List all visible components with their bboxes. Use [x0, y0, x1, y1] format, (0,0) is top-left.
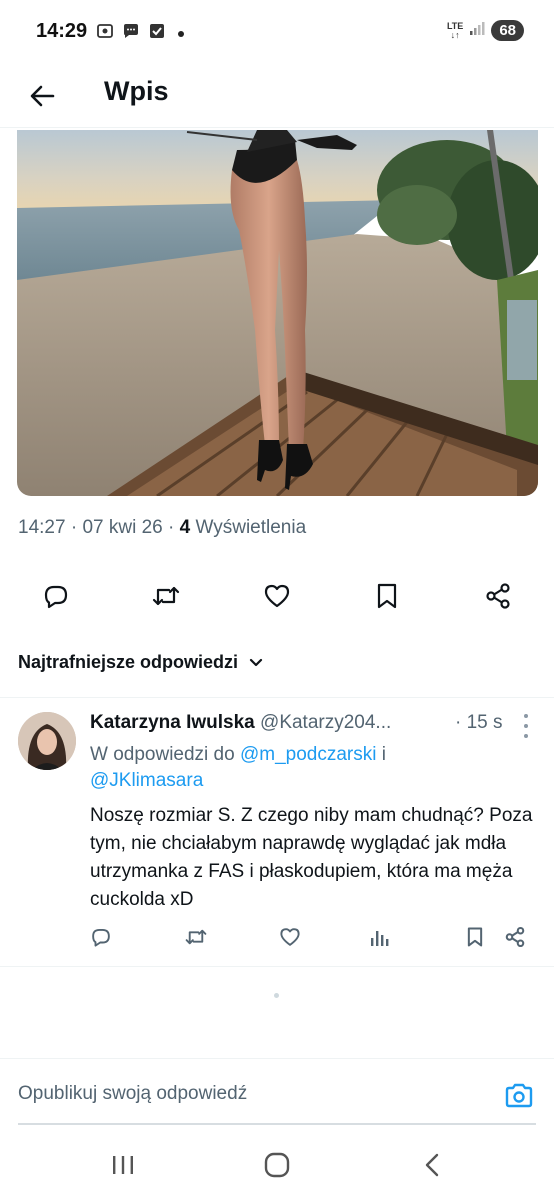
more-options-button[interactable]: [518, 714, 534, 738]
camera-icon: [505, 1083, 533, 1108]
reply-time: · 15 s: [455, 712, 503, 733]
reply-author-name[interactable]: Katarzyna Iwulska: [90, 712, 255, 733]
system-navigation-bar: [0, 1130, 554, 1200]
reply-bookmark-button[interactable]: [462, 924, 488, 950]
more-vertical-icon: [524, 714, 528, 718]
meta-separator: ·: [70, 517, 83, 538]
bookmark-icon: [377, 583, 397, 609]
meta-separator: ·: [168, 517, 180, 538]
reply-like-button[interactable]: [277, 924, 303, 950]
reply-icon: [44, 585, 68, 609]
reply-header: Katarzyna Iwulska @Katarzy204...: [90, 712, 391, 734]
reply-composer: Opublikuj swoją odpowiedź: [0, 1058, 554, 1128]
status-right: LTE ↓↑ 68: [447, 20, 524, 41]
views-label: Wyświetlenia: [195, 517, 307, 538]
check-box-icon: [148, 22, 166, 45]
reply-views-button[interactable]: [367, 924, 393, 950]
share-icon: [486, 583, 510, 609]
screenshot-icon: [96, 22, 114, 45]
recent-apps-icon: [113, 1156, 133, 1174]
reply-button[interactable]: [40, 580, 72, 612]
beach-photo-icon: [17, 130, 538, 496]
more-vertical-icon: [524, 734, 528, 738]
arrow-left-icon: [30, 85, 55, 107]
replying-to: W odpowiedzi do @m_podczarski i @JKlimas…: [90, 742, 530, 794]
replying-and: i: [381, 744, 386, 765]
post-image[interactable]: [17, 130, 538, 496]
replies-sort-label: Najtrafniejsze odpowiedzi: [18, 652, 239, 672]
home-icon: [264, 1152, 290, 1178]
top-bar: Wpis: [0, 64, 554, 128]
avatar[interactable]: [18, 712, 76, 770]
like-icon: [280, 928, 300, 946]
loading-indicator: [274, 993, 279, 998]
views-count: 4: [179, 517, 191, 538]
mention-link[interactable]: @JKlimasara: [90, 770, 203, 791]
more-notifications-dot-icon: [178, 30, 184, 37]
post-actions: [0, 572, 554, 618]
divider: [0, 966, 554, 967]
status-notification-icons: [96, 22, 184, 45]
share-button[interactable]: [482, 580, 514, 612]
retweet-icon: [152, 586, 180, 606]
chat-icon: [122, 22, 140, 45]
page-title: Wpis: [104, 76, 169, 106]
reply-reply-button[interactable]: [88, 924, 114, 950]
chevron-down-icon: [249, 658, 263, 666]
composer-underline: [18, 1123, 536, 1125]
reply-icon: [92, 928, 110, 947]
share-icon: [505, 926, 525, 948]
reply-text: Noszę rozmiar S. Z czego niby mam chudną…: [90, 805, 533, 910]
reply-item[interactable]: Katarzyna Iwulska @Katarzy204... · 15 s …: [0, 698, 554, 966]
recent-apps-button[interactable]: [103, 1150, 143, 1180]
reply-actions: [0, 924, 554, 954]
reply-input[interactable]: Opublikuj swoją odpowiedź: [18, 1083, 247, 1105]
reply-share-button[interactable]: [502, 924, 528, 950]
network-label: LTE ↓↑: [447, 21, 463, 40]
post-meta: 14:27 · 07 kwi 26 · 4 Wyświetlenia: [18, 517, 306, 539]
mention-link[interactable]: @m_podczarski: [240, 744, 377, 765]
battery-indicator: 68: [491, 20, 524, 41]
replies-sort-dropdown[interactable]: Najtrafniejsze odpowiedzi: [18, 652, 264, 673]
avatar-photo-icon: [18, 712, 76, 770]
home-button[interactable]: [257, 1150, 297, 1180]
bookmark-button[interactable]: [371, 580, 403, 612]
status-time: 14:29: [36, 20, 88, 42]
post-time: 14:27: [18, 517, 66, 538]
chevron-left-icon: [425, 1153, 439, 1177]
status-bar: 14:29 LTE ↓↑ 68: [0, 0, 554, 64]
data-arrows-icon: ↓↑: [450, 29, 460, 40]
back-button[interactable]: [22, 76, 62, 116]
reply-author-handle[interactable]: @Katarzy204...: [260, 712, 391, 733]
more-vertical-icon: [524, 724, 528, 728]
system-back-button[interactable]: [412, 1150, 452, 1180]
analytics-icon: [371, 931, 389, 946]
replying-prefix: W odpowiedzi do: [90, 744, 235, 765]
retweet-icon: [185, 929, 207, 945]
like-button[interactable]: [261, 580, 293, 612]
reply-retweet-button[interactable]: [183, 924, 209, 950]
signal-icon: [469, 20, 485, 41]
camera-button[interactable]: [502, 1079, 536, 1113]
bookmark-icon: [467, 927, 483, 947]
like-icon: [264, 584, 290, 608]
retweet-button[interactable]: [150, 580, 182, 612]
post-date: 07 kwi 26: [82, 517, 163, 538]
